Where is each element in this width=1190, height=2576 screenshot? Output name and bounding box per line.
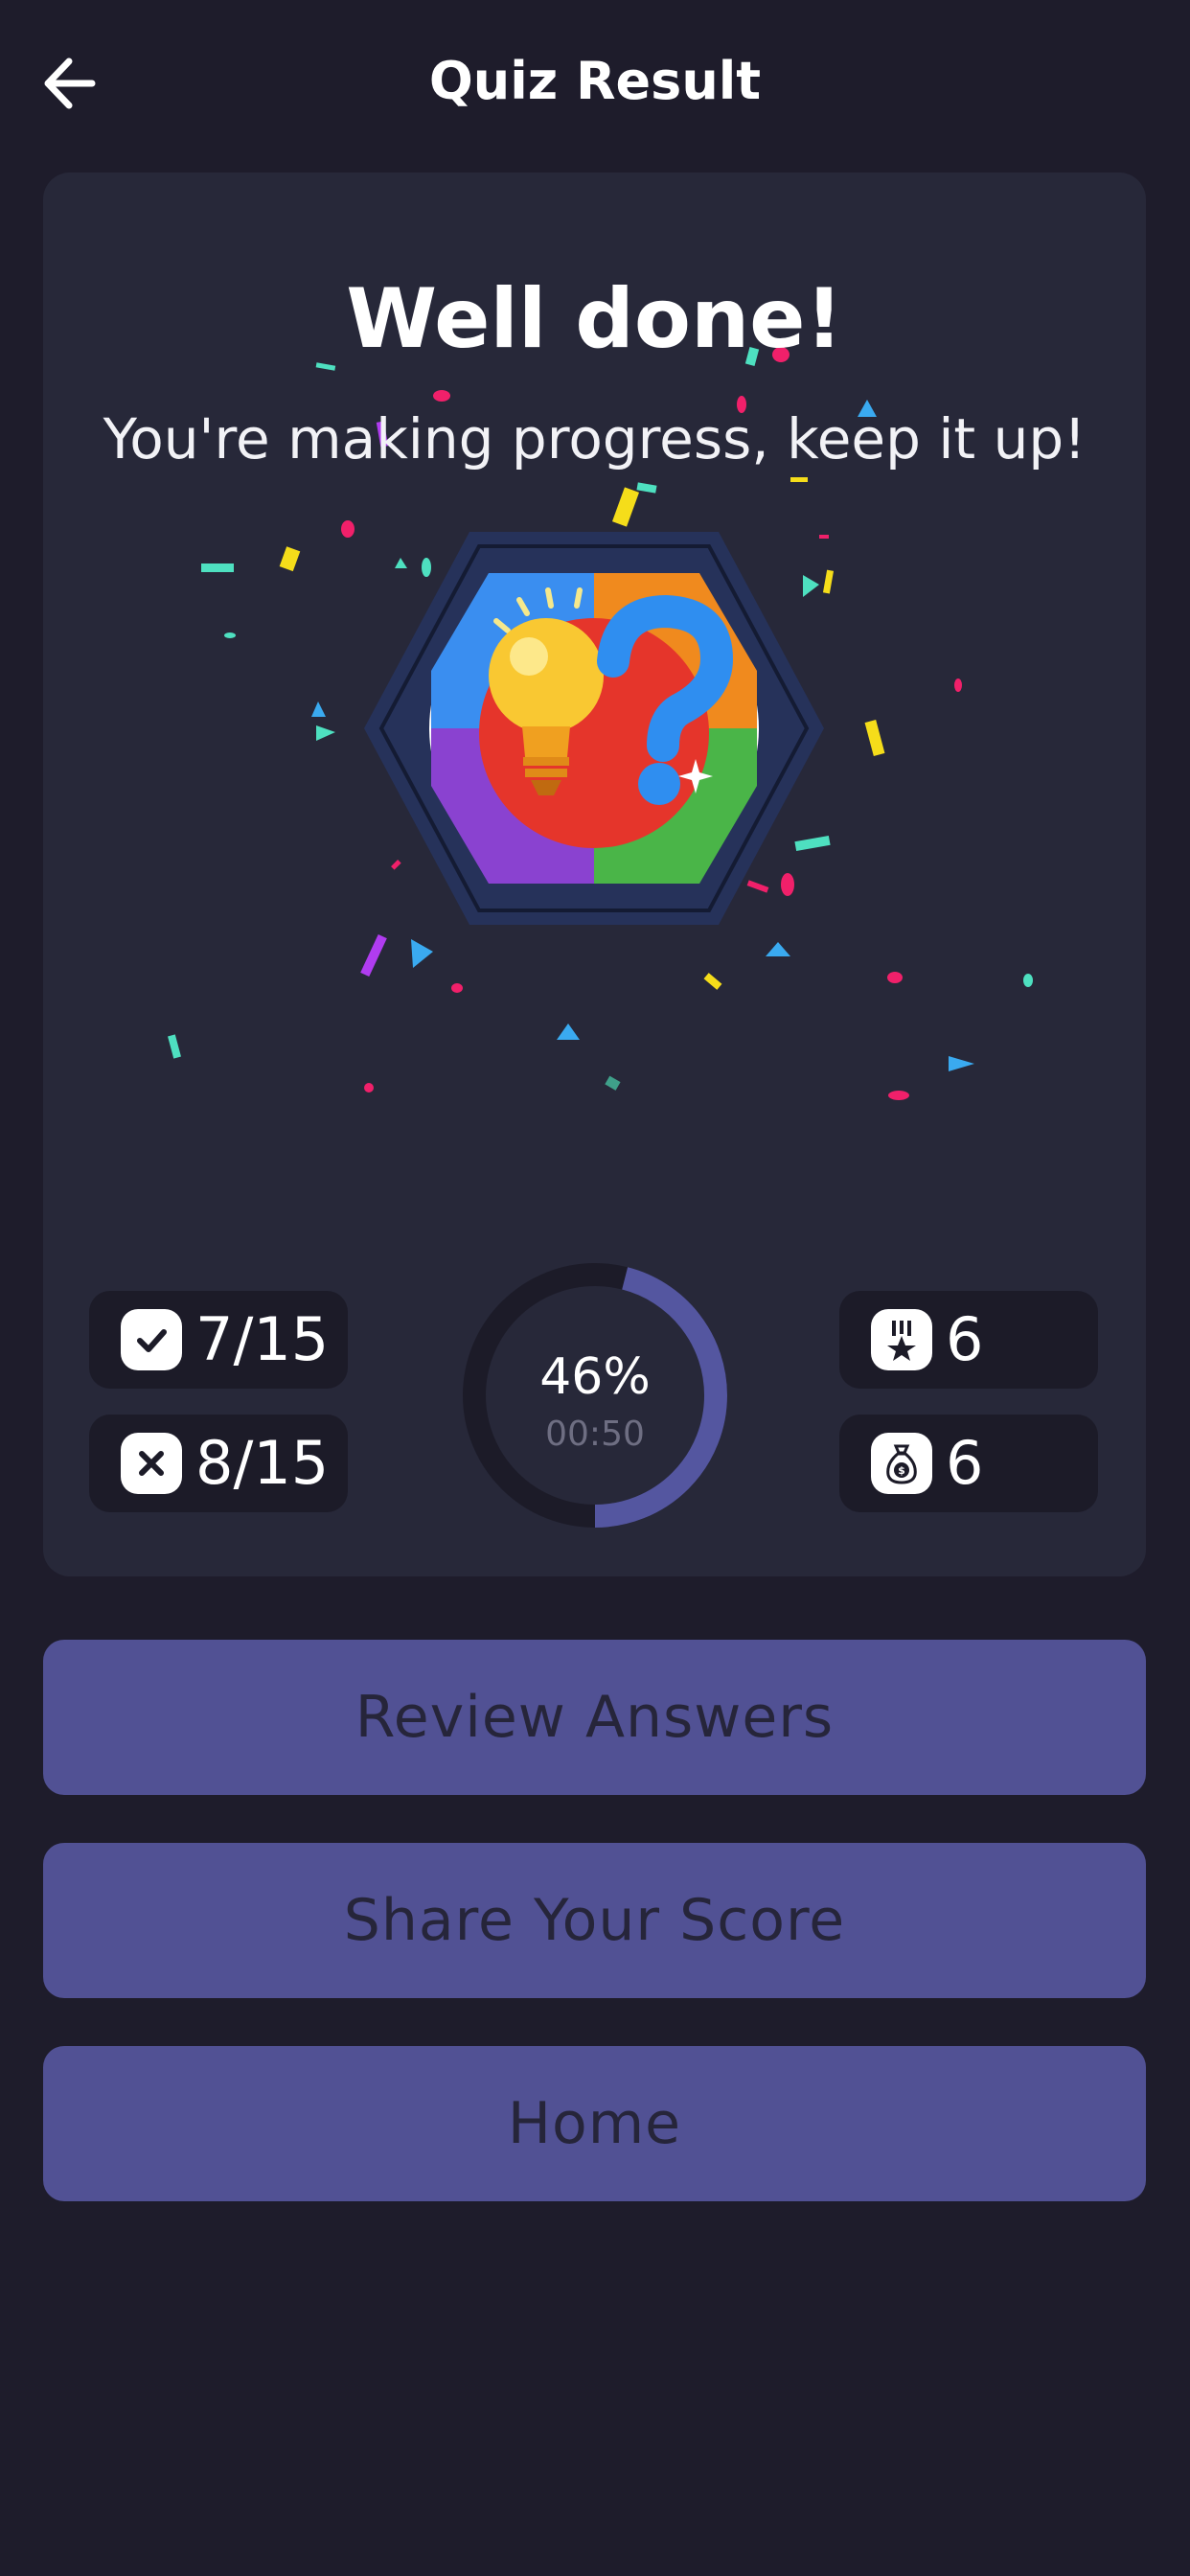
app-header: Quiz Result [0, 0, 1190, 168]
home-button[interactable]: Home [43, 2046, 1146, 2201]
correct-value: 7/15 [195, 1304, 330, 1374]
result-headline: Well done! [346, 271, 843, 367]
result-card: Well done! You're making progress, keep … [43, 172, 1146, 1576]
lightbulb-question-icon [364, 532, 824, 925]
share-score-button[interactable]: Share Your Score [43, 1843, 1146, 1998]
page-title: Quiz Result [428, 51, 762, 111]
score-summary: 46% 00:50 [457, 1257, 733, 1533]
money-bag-icon: $ [871, 1433, 932, 1494]
score-percent: 46% [539, 1348, 651, 1406]
wrong-value: 8/15 [195, 1428, 330, 1498]
wrong-count: 8/15 [89, 1414, 348, 1512]
medal-icon [871, 1309, 932, 1370]
check-icon [121, 1309, 182, 1370]
coin-count: $ 6 [839, 1414, 1098, 1512]
result-message: You're making progress, keep it up! [103, 406, 1087, 472]
svg-text:$: $ [898, 1464, 905, 1477]
medal-count: 6 [839, 1291, 1098, 1389]
score-time: 00:50 [545, 1414, 645, 1454]
correct-count: 7/15 [89, 1291, 348, 1389]
medal-value: 6 [946, 1304, 984, 1374]
review-answers-button[interactable]: Review Answers [43, 1640, 1146, 1795]
coin-value: 6 [946, 1428, 984, 1498]
close-icon [121, 1433, 182, 1494]
